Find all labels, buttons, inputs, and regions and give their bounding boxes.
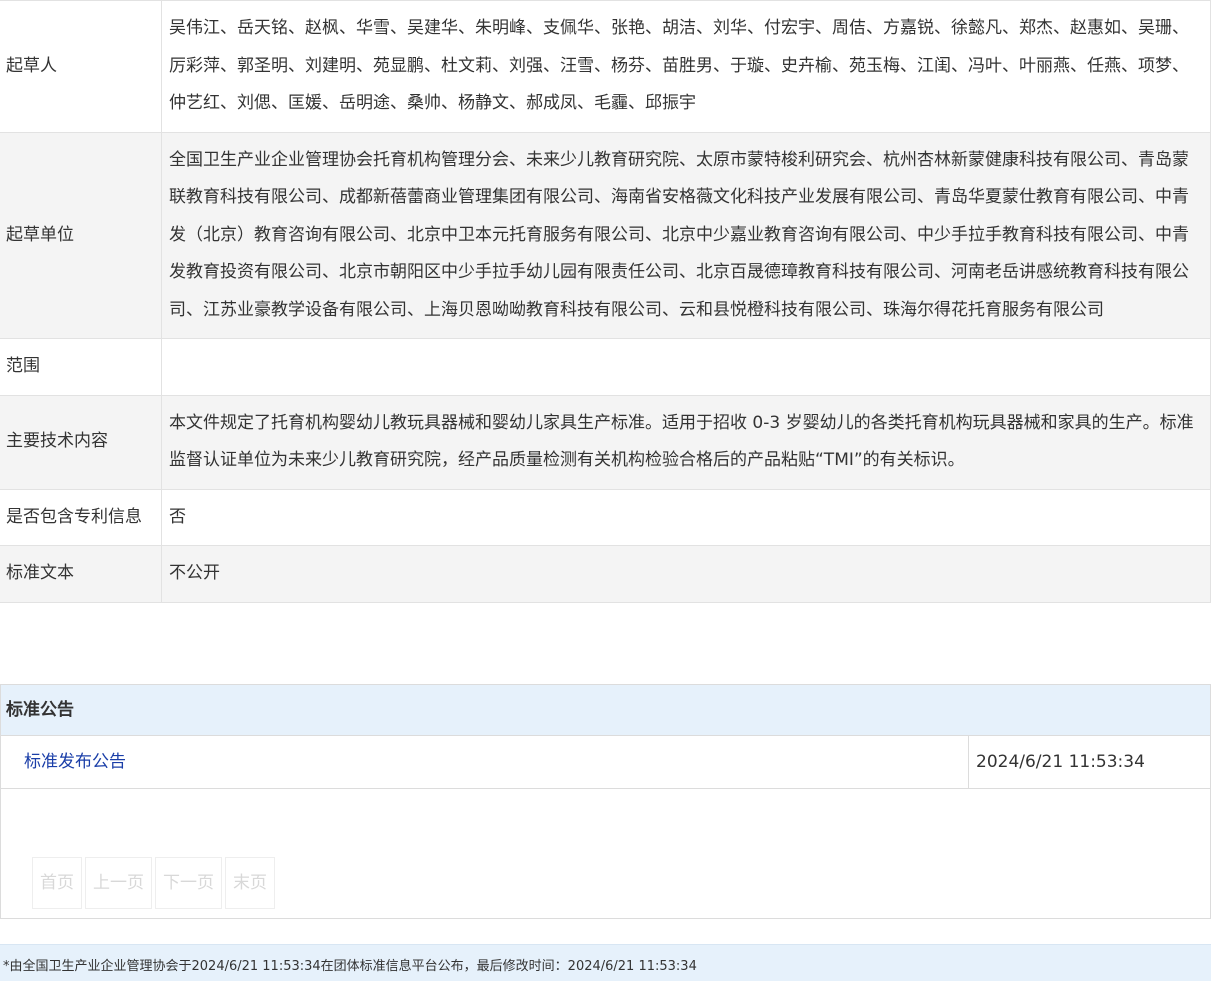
standard-text-label: 标准文本 [0,545,162,602]
scope-value [161,338,1211,395]
drafters-row: 起草人 吴伟江、岳天铭、赵枫、华雪、吴建华、朱明峰、支佩华、张艳、胡洁、刘华、付… [0,0,1211,132]
standard-details-table: 起草人 吴伟江、岳天铭、赵枫、华雪、吴建华、朱明峰、支佩华、张艳、胡洁、刘华、付… [0,0,1211,603]
prev-page-button[interactable]: 上一页 [85,857,152,909]
notice-date: 2024/6/21 11:53:34 [968,736,1210,788]
scope-label: 范围 [0,338,162,395]
standard-text-row: 标准文本 不公开 [0,545,1211,602]
scope-row: 范围 [0,338,1211,395]
drafting-units-label: 起草单位 [0,131,162,339]
notice-row: 标准发布公告 2024/6/21 11:53:34 [1,736,1210,789]
technical-content-label: 主要技术内容 [0,394,162,489]
drafters-value: 吴伟江、岳天铭、赵枫、华雪、吴建华、朱明峰、支佩华、张艳、胡洁、刘华、付宏宇、周… [161,0,1211,132]
technical-content-row: 主要技术内容 本文件规定了托育机构婴幼儿教玩具器械和婴幼儿家具生产标准。适用于招… [0,394,1211,489]
publication-footer: *由全国卫生产业企业管理协会于2024/6/21 11:53:34在团体标准信息… [0,944,1211,981]
drafting-units-value: 全国卫生产业企业管理协会托育机构管理分会、未来少儿教育研究院、太原市蒙特梭利研究… [161,131,1211,339]
standard-text-value: 不公开 [161,545,1211,602]
drafters-label: 起草人 [0,0,162,132]
patent-label: 是否包含专利信息 [0,488,162,546]
notices-header: 标准公告 [1,685,1210,736]
standard-notices-panel: 标准公告 标准发布公告 2024/6/21 11:53:34 首页 上一页 下一页末… [0,684,1211,919]
pagination: 首页 上一页 下一页 末页 [32,857,278,909]
first-page-button[interactable]: 首页 [32,857,82,909]
patent-row: 是否包含专利信息 否 [0,488,1211,546]
next-page-button[interactable]: 下一页 [155,857,222,909]
patent-value: 否 [161,488,1211,546]
notice-link[interactable]: 标准发布公告 [24,736,126,788]
technical-content-value: 本文件规定了托育机构婴幼儿教玩具器械和婴幼儿家具生产标准。适用于招收 0-3 岁… [161,394,1211,489]
last-page-button[interactable]: 末页 [225,857,275,909]
drafting-units-row: 起草单位 全国卫生产业企业管理协会托育机构管理分会、未来少儿教育研究院、太原市蒙… [0,131,1211,339]
